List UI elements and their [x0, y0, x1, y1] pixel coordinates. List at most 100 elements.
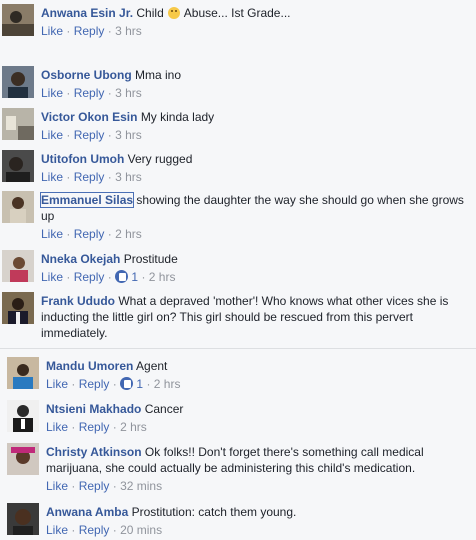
separator: ·: [71, 479, 76, 493]
separator: ·: [66, 128, 71, 142]
separator: ·: [71, 377, 76, 391]
commenter-name[interactable]: Anwana Esin Jr.: [41, 6, 133, 20]
timestamp[interactable]: 3 hrs: [115, 24, 142, 38]
comment-text: Child: [136, 6, 164, 20]
commenter-name[interactable]: Christy Atkinson: [46, 445, 142, 459]
comment-text: Prostitude: [123, 252, 178, 266]
comment: Anwana Esin Jr. Child Abuse... Ist Grade…: [0, 0, 476, 58]
reply: Christy Atkinson Ok folks!! Don't forget…: [0, 439, 476, 497]
timestamp[interactable]: 3 hrs: [115, 170, 142, 184]
avatar[interactable]: [7, 443, 39, 475]
comment-actions: Like · Reply · 1 · 2 hrs: [41, 269, 470, 285]
like-button[interactable]: Like: [41, 86, 63, 100]
avatar[interactable]: [2, 191, 34, 223]
comment-actions: Like · Reply · 32 mins: [46, 478, 470, 494]
comment-actions: Like · Reply · 1 · 2 hrs: [46, 376, 470, 392]
reply-button[interactable]: Reply: [74, 170, 105, 184]
comment-text: Very rugged: [127, 152, 193, 166]
separator: ·: [107, 24, 112, 38]
comment-text: Prostitution: catch them young.: [131, 505, 297, 519]
commenter-name[interactable]: Osborne Ubong: [41, 68, 132, 82]
avatar[interactable]: [2, 4, 34, 36]
like-reaction-icon[interactable]: [115, 270, 129, 283]
reaction-count[interactable]: 1: [136, 377, 143, 391]
reply-button[interactable]: Reply: [79, 377, 110, 391]
avatar[interactable]: [7, 400, 39, 432]
separator: ·: [66, 170, 71, 184]
reply-button[interactable]: Reply: [74, 86, 105, 100]
like-button[interactable]: Like: [46, 523, 68, 537]
commenter-name[interactable]: Emmanuel Silas: [39, 192, 135, 208]
avatar[interactable]: [2, 66, 34, 98]
comment-actions: Like · Reply · 2 hrs: [46, 419, 470, 435]
comment-text: Mma ino: [135, 68, 182, 82]
timestamp[interactable]: 2 hrs: [149, 270, 176, 284]
separator: ·: [141, 270, 146, 284]
comment: Emmanuel Silas showing the daughter the …: [0, 187, 476, 245]
like-button[interactable]: Like: [41, 227, 63, 241]
timestamp[interactable]: 3 hrs: [115, 128, 142, 142]
separator: ·: [112, 479, 117, 493]
commenter-name[interactable]: Victor Okon Esin: [41, 110, 137, 124]
like-button[interactable]: Like: [41, 24, 63, 38]
comment-text: Agent: [136, 359, 168, 373]
like-button[interactable]: Like: [46, 420, 68, 434]
comment-actions: Like · Reply · 2 hrs: [41, 226, 470, 242]
comment-actions: Like · Reply · 3 hrs: [41, 23, 470, 39]
comment: Nneka Okejah Prostitude Like · Reply · 1…: [0, 246, 476, 286]
reply-button[interactable]: Reply: [74, 24, 105, 38]
separator: ·: [107, 270, 112, 284]
comment-actions: Like · Reply · 3 hrs: [41, 127, 470, 143]
avatar[interactable]: [2, 108, 34, 140]
like-button[interactable]: Like: [41, 128, 63, 142]
reply: Anwana Amba Prostitution: catch them you…: [0, 499, 476, 539]
separator: ·: [107, 86, 112, 100]
avatar[interactable]: [2, 150, 34, 182]
comment: Frank Ududo What a depraved 'mother'! Wh…: [0, 288, 476, 348]
comment: Osborne Ubong Mma ino Like · Reply · 3 h…: [0, 62, 476, 102]
reply-button[interactable]: Reply: [74, 128, 105, 142]
timestamp[interactable]: 2 hrs: [154, 377, 181, 391]
avatar[interactable]: [2, 250, 34, 282]
like-button[interactable]: Like: [46, 377, 68, 391]
like-button[interactable]: Like: [41, 270, 63, 284]
reply-button[interactable]: Reply: [74, 270, 105, 284]
like-reaction-icon[interactable]: [120, 377, 134, 390]
like-button[interactable]: Like: [46, 479, 68, 493]
separator: ·: [146, 377, 151, 391]
reply-button[interactable]: Reply: [79, 479, 110, 493]
separator: ·: [107, 128, 112, 142]
commenter-name[interactable]: Ntsieni Makhado: [46, 402, 141, 416]
commenter-name[interactable]: Frank Ududo: [41, 294, 115, 308]
like-button[interactable]: Like: [41, 170, 63, 184]
separator: ·: [107, 227, 112, 241]
timestamp[interactable]: 32 mins: [120, 479, 162, 493]
commenter-name[interactable]: Anwana Amba: [46, 505, 128, 519]
timestamp[interactable]: 2 hrs: [115, 227, 142, 241]
separator: ·: [71, 523, 76, 537]
comment-actions: Like · Reply · 3 hrs: [41, 85, 470, 101]
avatar[interactable]: [2, 292, 34, 324]
reply: Mandu Umoren Agent Like · Reply · 1 · 2 …: [0, 353, 476, 393]
separator: ·: [112, 523, 117, 537]
reaction-count[interactable]: 1: [131, 270, 138, 284]
commenter-name[interactable]: Mandu Umoren: [46, 359, 133, 373]
commenter-name[interactable]: Nneka Okejah: [41, 252, 120, 266]
comment-text: Cancer: [144, 402, 184, 416]
avatar[interactable]: [7, 503, 39, 535]
separator: ·: [66, 270, 71, 284]
reply-button[interactable]: Reply: [79, 420, 110, 434]
reply-button[interactable]: Reply: [79, 523, 110, 537]
separator: ·: [107, 170, 112, 184]
timestamp[interactable]: 20 mins: [120, 523, 162, 537]
separator: ·: [66, 227, 71, 241]
separator: ·: [112, 377, 117, 391]
avatar[interactable]: [7, 357, 39, 389]
timestamp[interactable]: 3 hrs: [115, 86, 142, 100]
reply-button[interactable]: Reply: [74, 227, 105, 241]
timestamp[interactable]: 2 hrs: [120, 420, 147, 434]
comment: Utitofon Umoh Very rugged Like · Reply ·…: [0, 146, 476, 186]
separator: ·: [66, 86, 71, 100]
separator: ·: [112, 420, 117, 434]
commenter-name[interactable]: Utitofon Umoh: [41, 152, 124, 166]
